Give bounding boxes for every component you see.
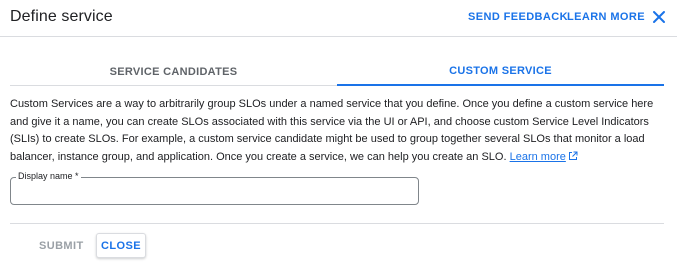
learn-more-link-label: Learn more [509, 150, 566, 163]
display-name-input[interactable] [17, 182, 412, 200]
learn-more-button[interactable]: LEARN MORE [567, 11, 645, 23]
send-feedback-button[interactable]: SEND FEEDBACK [468, 11, 568, 23]
tab-service-candidates[interactable]: SERVICE CANDIDATES [10, 57, 337, 86]
dialog-header: Define service SEND FEEDBACK LEARN MORE [0, 0, 677, 37]
close-icon[interactable] [651, 9, 667, 25]
learn-more-link[interactable]: Learn more [510, 151, 578, 163]
footer-divider [10, 223, 664, 224]
external-link-icon [568, 151, 578, 160]
display-name-field[interactable] [10, 177, 419, 205]
description: Custom Services are a way to arbitrarily… [10, 96, 670, 166]
display-name-label: Display name * [16, 171, 81, 181]
dialog-title: Define service [10, 8, 113, 25]
tab-bar: SERVICE CANDIDATES CUSTOM SERVICE [10, 57, 664, 86]
close-button[interactable]: CLOSE [96, 233, 146, 258]
submit-button[interactable]: SUBMIT [39, 240, 84, 252]
tab-custom-service[interactable]: CUSTOM SERVICE [337, 57, 664, 86]
